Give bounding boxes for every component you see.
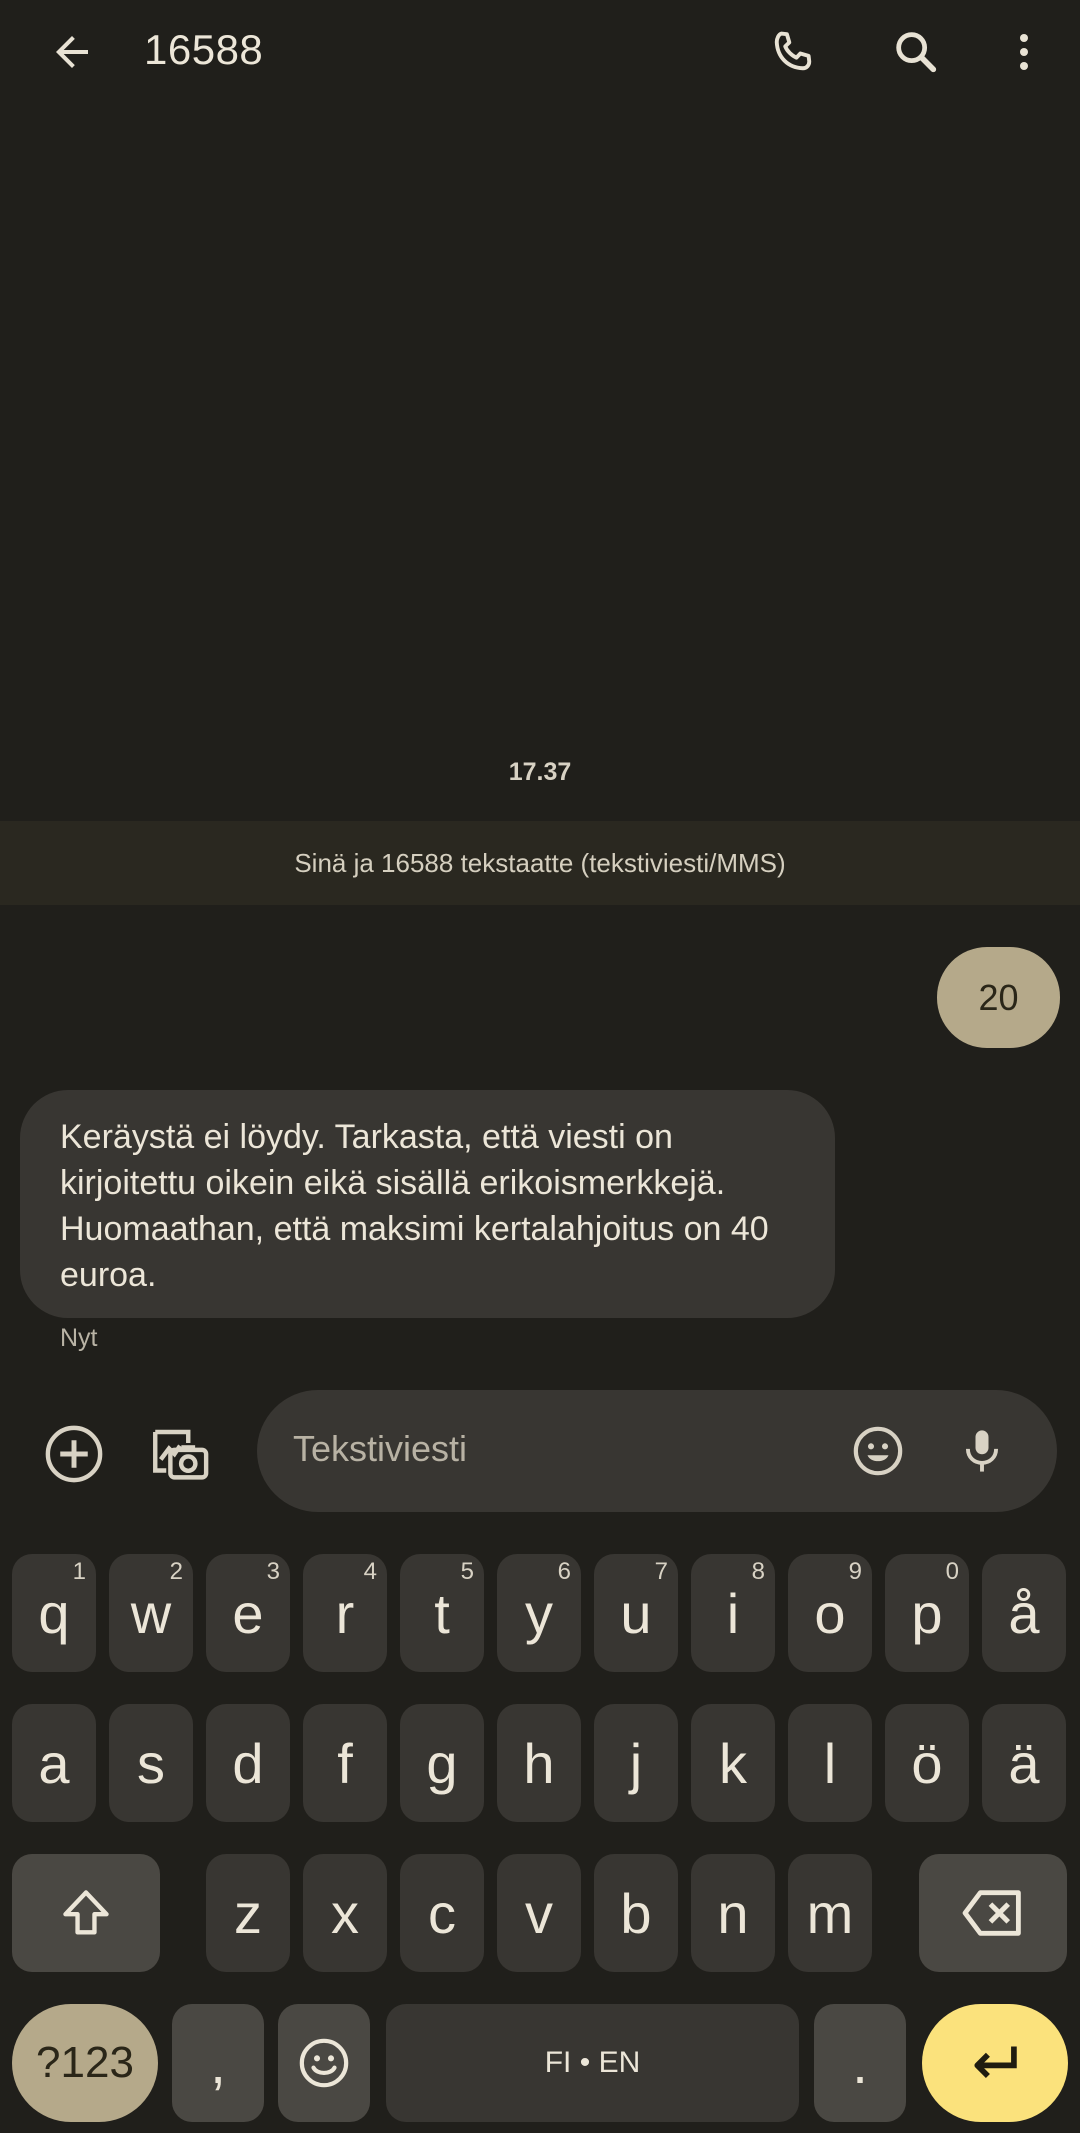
conversation-info-banner: Sinä ja 16588 tekstaatte (tekstiviesti/M… [0,821,1080,905]
key-c[interactable]: c [400,1854,484,1972]
shift-icon [63,1890,109,1935]
attach-button[interactable] [32,1412,116,1496]
back-button[interactable] [32,12,112,92]
banner-text: Sinä ja 16588 tekstaatte (tekstiviesti/M… [294,847,786,878]
key-p[interactable]: p0 [885,1554,969,1672]
key-l[interactable]: l [788,1704,872,1822]
key-number-hint: 1 [72,1558,86,1585]
key-number-hint: 9 [848,1558,862,1585]
key-label: e [232,1581,264,1645]
add-circle-icon [45,1425,103,1483]
key-d[interactable]: d [206,1704,290,1822]
emoji-button[interactable] [837,1410,919,1492]
key-label: o [814,1581,846,1645]
key-ä[interactable]: ä [982,1704,1066,1822]
key-w[interactable]: w2 [109,1554,193,1672]
key-number-hint: 3 [266,1558,280,1585]
more-options-button[interactable] [984,12,1064,92]
key-x[interactable]: x [303,1854,387,1972]
period-key[interactable]: . [814,2004,906,2122]
key-h[interactable]: h [497,1704,581,1822]
key-s[interactable]: s [109,1704,193,1822]
key-number-hint: 6 [557,1558,571,1585]
key-y[interactable]: y6 [497,1554,581,1672]
key-number-hint: 2 [169,1558,183,1585]
comma-key[interactable]: , [172,2004,264,2122]
shift-key[interactable] [12,1854,160,1972]
key-label: p [911,1581,943,1645]
incoming-message-time: Nyt [60,1324,98,1352]
key-label: i [726,1581,740,1645]
key-label: t [434,1581,450,1645]
arrow-back-icon [56,36,88,68]
more-vert-icon [1020,34,1028,70]
message-input[interactable]: Tekstiviesti [257,1390,1057,1512]
message-input-placeholder: Tekstiviesti [293,1428,468,1469]
key-q[interactable]: q1 [12,1554,96,1672]
conversation-title: 16588 [144,26,264,73]
key-n[interactable]: n [691,1854,775,1972]
key-å[interactable]: å [982,1554,1066,1672]
key-j[interactable]: j [594,1704,678,1822]
key-a[interactable]: a [12,1704,96,1822]
top-app-bar: 16588 [0,0,1080,105]
key-number-hint: 8 [751,1558,765,1585]
search-button[interactable] [876,12,956,92]
phone-icon [774,31,812,71]
enter-icon [974,2046,1017,2079]
space-key[interactable]: FI • EN [386,2004,799,2122]
key-number-hint: 0 [945,1558,959,1585]
backspace-icon [962,1890,1021,1936]
emoji-key[interactable] [278,2004,370,2122]
key-t[interactable]: t5 [400,1554,484,1672]
symbols-key[interactable]: ?123 [12,2004,158,2122]
key-label: r [335,1581,355,1645]
key-v[interactable]: v [497,1854,581,1972]
message-timestamp: 17.37 [508,758,572,786]
key-label: q [38,1581,70,1645]
key-i[interactable]: i8 [691,1554,775,1672]
key-label: u [620,1581,652,1645]
enter-key[interactable] [922,2004,1068,2122]
search-icon [896,32,937,73]
key-number-hint: 4 [363,1558,377,1585]
voice-input-button[interactable] [941,1410,1023,1492]
key-number-hint: 5 [460,1558,474,1585]
on-screen-keyboard: q1w2e3r4t5y6u7i8o9p0å asdfghjklöä zxcvbn… [0,1540,1080,2133]
call-button[interactable] [753,12,833,92]
key-k[interactable]: k [691,1704,775,1822]
key-e[interactable]: e3 [206,1554,290,1672]
incoming-message-bubble[interactable]: Keräystä ei löydy. Tarkasta, että viesti… [20,1090,835,1318]
gallery-button[interactable] [138,1412,222,1496]
key-o[interactable]: o9 [788,1554,872,1672]
key-b[interactable]: b [594,1854,678,1972]
photo-camera-icon [153,1429,209,1480]
key-label: w [130,1581,172,1645]
key-u[interactable]: u7 [594,1554,678,1672]
key-m[interactable]: m [788,1854,872,1972]
backspace-key[interactable] [919,1854,1067,1972]
key-g[interactable]: g [400,1704,484,1822]
key-r[interactable]: r4 [303,1554,387,1672]
emoji-icon [299,2038,349,2088]
key-label: y [525,1581,553,1645]
key-z[interactable]: z [206,1854,290,1972]
key-number-hint: 7 [654,1558,668,1585]
key-f[interactable]: f [303,1704,387,1822]
mic-icon [965,1430,999,1472]
key-ö[interactable]: ö [885,1704,969,1822]
emoji-icon [853,1426,903,1476]
outgoing-message-bubble[interactable]: 20 [937,947,1060,1048]
key-label: å [1008,1581,1040,1645]
